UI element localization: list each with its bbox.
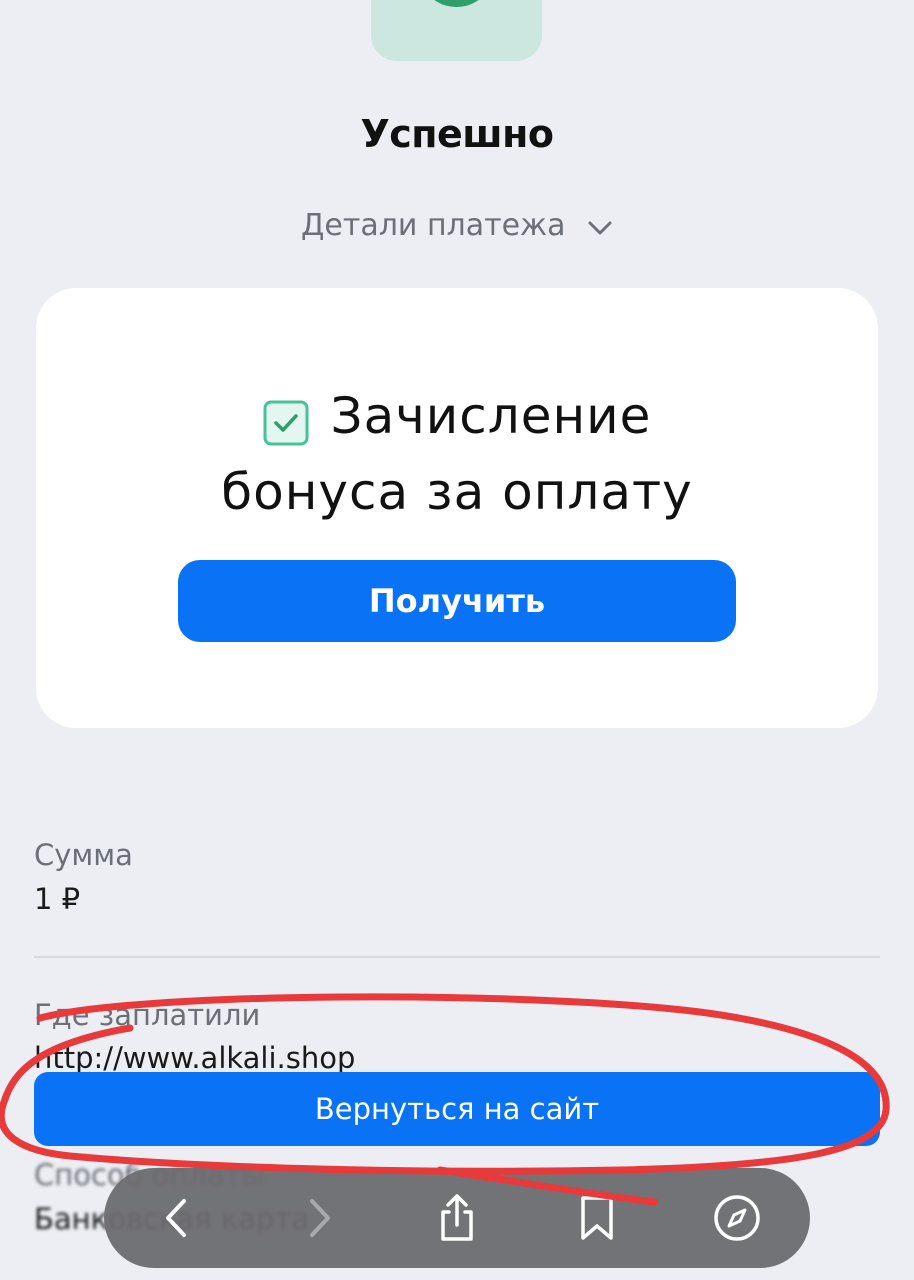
bookmarks-icon[interactable] xyxy=(572,1193,622,1243)
get-bonus-button[interactable]: Получить xyxy=(178,560,736,642)
amount-label: Сумма xyxy=(34,838,133,872)
bonus-card: Зачисление бонуса за оплату Получить xyxy=(36,288,878,728)
payment-details-toggle[interactable]: Детали платежа xyxy=(0,208,914,244)
browser-toolbar xyxy=(104,1168,810,1268)
bonus-text: Зачисление бонуса за оплату xyxy=(36,378,878,530)
compass-icon[interactable] xyxy=(712,1193,762,1243)
divider xyxy=(34,956,880,958)
bonus-line-2: бонуса за оплату xyxy=(221,463,693,521)
forward-icon[interactable] xyxy=(294,1193,344,1243)
share-icon[interactable] xyxy=(432,1193,482,1243)
success-icon xyxy=(418,0,495,7)
return-to-site-button[interactable]: Вернуться на сайт xyxy=(34,1072,880,1146)
amount-value: 1 ₽ xyxy=(34,882,81,916)
chevron-down-icon xyxy=(587,209,613,244)
page-title: Успешно xyxy=(360,112,554,156)
payment-details-label: Детали платежа xyxy=(300,208,566,243)
where-paid-value: http://www.alkali.shop xyxy=(34,1041,356,1075)
where-paid-label: Где заплатили xyxy=(34,998,261,1032)
success-icon-tile xyxy=(371,0,542,61)
checkbox-checked-icon xyxy=(263,391,309,445)
bonus-line-1: Зачисление xyxy=(330,387,652,445)
back-icon[interactable] xyxy=(152,1193,202,1243)
